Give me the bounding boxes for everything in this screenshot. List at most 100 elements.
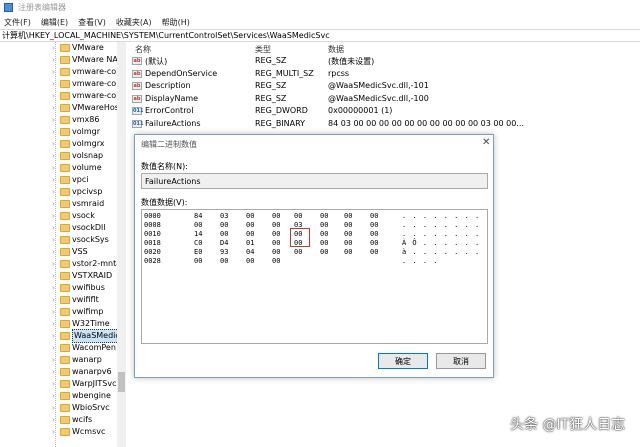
chevron-right-icon[interactable]: › — [52, 150, 58, 162]
hex-byte[interactable]: 01 — [246, 239, 254, 247]
hex-row[interactable]: 0010 14 00 00 00 00 00 00 00 . . . . . . . . — [142, 230, 487, 239]
hex-byte[interactable]: 00 — [370, 221, 378, 229]
tree-item[interactable]: › WbioSrvc — [0, 402, 125, 414]
hex-byte[interactable]: 00 — [272, 257, 280, 265]
chevron-right-icon[interactable]: › — [52, 222, 58, 234]
tree-item[interactable]: › wbengine — [0, 390, 125, 402]
chevron-right-icon[interactable]: › — [52, 354, 58, 366]
value-row[interactable]: ab DependOnService REG_MULTI_SZ rpcss — [129, 68, 640, 80]
chevron-right-icon[interactable]: › — [52, 246, 58, 258]
tree-item[interactable]: › vsockSys — [0, 234, 125, 246]
hex-byte[interactable]: 00 — [246, 257, 254, 265]
address-path[interactable]: 计算机\HKEY_LOCAL_MACHINE\SYSTEM\CurrentCon… — [2, 30, 330, 41]
chevron-right-icon[interactable]: › — [52, 126, 58, 138]
chevron-right-icon[interactable]: › — [52, 426, 58, 438]
hex-byte[interactable]: 00 — [220, 230, 228, 238]
tree-item[interactable]: › vmware-conv — [0, 78, 125, 90]
hex-byte[interactable]: 00 — [320, 239, 328, 247]
hex-byte[interactable]: 00 — [320, 230, 328, 238]
hex-row[interactable]: 0020 E0 93 04 00 00 00 00 00 à . . . . . . . — [142, 248, 487, 257]
tree-item[interactable]: › vwifimp — [0, 306, 125, 318]
chevron-right-icon[interactable]: › — [52, 270, 58, 282]
chevron-right-icon[interactable]: › — [52, 78, 58, 90]
chevron-right-icon[interactable]: › — [52, 42, 58, 54]
hex-byte[interactable]: 00 — [294, 212, 302, 220]
tree-item[interactable]: › VSTXRAID — [0, 270, 125, 282]
tree-item[interactable]: › vmware-conv — [0, 66, 125, 78]
tree-item[interactable]: › wanarpv6 — [0, 366, 125, 378]
hex-byte[interactable]: 14 — [194, 230, 202, 238]
tree-item[interactable]: › WaaSMedicS — [0, 329, 125, 343]
hex-byte[interactable]: 00 — [344, 230, 352, 238]
hex-byte[interactable]: 00 — [370, 212, 378, 220]
tree-item[interactable]: › wanarp — [0, 354, 125, 366]
chevron-right-icon[interactable]: › — [52, 186, 58, 198]
tree-item[interactable]: › wcifs — [0, 414, 125, 426]
menu-item[interactable]: 收藏夹(A) — [116, 17, 152, 28]
tree-item[interactable]: › vmx86 — [0, 114, 125, 126]
tree-item[interactable]: › vpcivsp — [0, 186, 125, 198]
hex-byte[interactable]: 84 — [194, 212, 202, 220]
chevron-right-icon[interactable]: › — [52, 174, 58, 186]
hex-byte[interactable]: 00 — [370, 248, 378, 256]
hex-byte[interactable]: 00 — [294, 230, 302, 238]
menu-item[interactable]: 编辑(E) — [41, 17, 68, 28]
tree-item[interactable]: › volmgr — [0, 126, 125, 138]
value-row[interactable]: ab (默认) REG_SZ (数值未设置) — [129, 55, 640, 67]
close-icon[interactable]: ✕ — [482, 137, 490, 148]
chevron-right-icon[interactable]: › — [52, 330, 58, 342]
chevron-right-icon[interactable]: › — [52, 318, 58, 330]
hex-byte[interactable]: 00 — [320, 248, 328, 256]
chevron-right-icon[interactable]: › — [52, 390, 58, 402]
values-list[interactable]: 名称 类型 数据 ab (默认) REG_SZ (数值未设置) ab DependOnSe… — [129, 42, 640, 132]
hex-byte[interactable]: 00 — [294, 248, 302, 256]
hex-byte[interactable]: 00 — [272, 230, 280, 238]
hex-byte[interactable]: 00 — [294, 239, 302, 247]
tree-item[interactable]: › VSS — [0, 246, 125, 258]
chevron-right-icon[interactable]: › — [52, 234, 58, 246]
tree-item[interactable]: › vwififlt — [0, 294, 125, 306]
chevron-right-icon[interactable]: › — [52, 402, 58, 414]
hex-byte[interactable]: 00 — [246, 212, 254, 220]
hex-row[interactable]: 0028 00 00 00 00 . . . . — [142, 257, 487, 266]
hex-byte[interactable]: 00 — [370, 230, 378, 238]
chevron-right-icon[interactable]: › — [52, 114, 58, 126]
menu-item[interactable]: 查看(V) — [78, 17, 106, 28]
hex-row[interactable]: 0000 84 03 00 00 00 00 00 00. . . . . . . . — [142, 212, 487, 221]
value-row[interactable]: ab Description REG_SZ @WaaSMedicSvc.dll,-10… — [129, 80, 640, 92]
tree-item[interactable]: › WacomPen — [0, 342, 125, 354]
chevron-right-icon[interactable]: › — [52, 90, 58, 102]
tree-item[interactable]: › vstor2-mntapi — [0, 258, 125, 270]
tree-item[interactable]: › Wcmsvc — [0, 426, 125, 438]
chevron-right-icon[interactable]: › — [52, 306, 58, 318]
chevron-right-icon[interactable]: › — [52, 210, 58, 222]
hex-byte[interactable]: E0 — [194, 248, 202, 256]
tree-item[interactable]: › volmgrx — [0, 138, 125, 150]
hex-byte[interactable]: 00 — [246, 230, 254, 238]
chevron-right-icon[interactable]: › — [52, 282, 58, 294]
tree-item[interactable]: › vsmraid — [0, 198, 125, 210]
tree-item[interactable]: › WarpJITSvc — [0, 378, 125, 390]
chevron-right-icon[interactable]: › — [52, 342, 58, 354]
hex-byte[interactable]: 00 — [320, 212, 328, 220]
registry-tree[interactable]: › VMware › VMware NAT › vmware-conv › vmware-co… — [0, 42, 126, 447]
hex-row[interactable]: 0018 C0 D4 01 00 00 00 00 00 À Ô . . . . . . — [142, 239, 487, 248]
tree-item[interactable]: › vwifibus — [0, 282, 125, 294]
hex-byte[interactable]: C0 — [194, 239, 202, 247]
hex-byte[interactable]: 03 — [294, 221, 302, 229]
tree-item[interactable]: › volsnap — [0, 150, 125, 162]
address-bar[interactable]: 计算机\HKEY_LOCAL_MACHINE\SYSTEM\CurrentCon… — [0, 29, 640, 42]
value-row[interactable]: ab DisplayName REG_SZ @WaaSMedicSvc.dll,-10… — [129, 93, 640, 105]
chevron-right-icon[interactable]: › — [52, 66, 58, 78]
hex-byte[interactable]: 00 — [344, 239, 352, 247]
tree-item[interactable]: › VMware — [0, 42, 125, 54]
hex-byte[interactable]: D4 — [220, 239, 228, 247]
ok-button[interactable]: 确定 — [378, 353, 428, 369]
tree-item[interactable]: › vpci — [0, 174, 125, 186]
chevron-right-icon[interactable]: › — [52, 102, 58, 114]
chevron-right-icon[interactable]: › — [52, 414, 58, 426]
chevron-right-icon[interactable]: › — [52, 258, 58, 270]
tree-item[interactable]: › vsockDll — [0, 222, 125, 234]
hex-byte[interactable]: 00 — [344, 221, 352, 229]
hex-byte[interactable]: 00 — [320, 221, 328, 229]
